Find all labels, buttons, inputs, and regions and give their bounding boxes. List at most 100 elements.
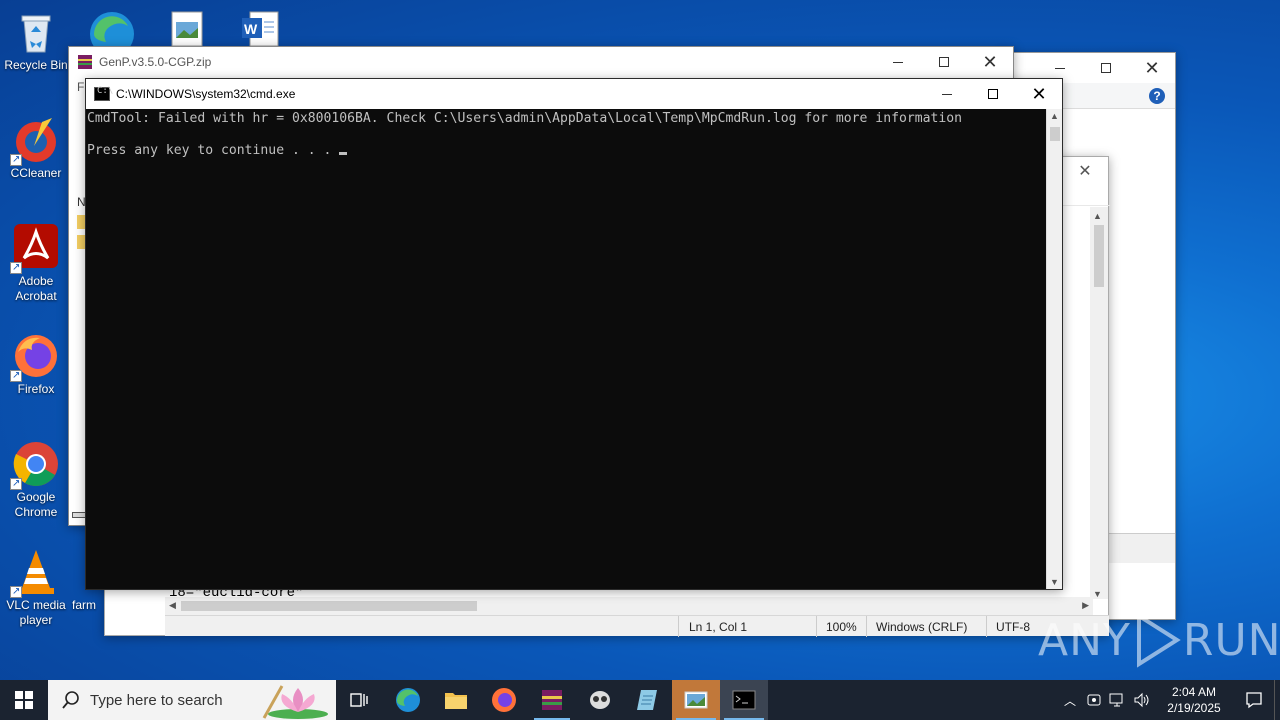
task-view-icon	[350, 693, 368, 707]
winrar-icon	[542, 690, 562, 710]
folder-icon	[445, 693, 467, 709]
desktop-icon-vlc[interactable]: VLC media player	[0, 548, 72, 628]
notepad-status-bar: Ln 1, Col 1 100% Windows (CRLF) UTF-8	[165, 615, 1109, 637]
maximize-button[interactable]	[1083, 53, 1129, 83]
maximize-button[interactable]	[970, 79, 1016, 109]
encoding: UTF-8	[996, 620, 1030, 634]
taskbar-image-viewer[interactable]	[672, 680, 720, 720]
desktop-icon-farm-label[interactable]: farm	[72, 598, 96, 612]
desktop-icon-google-chrome[interactable]: Google Chrome	[0, 440, 72, 520]
taskbar-cmd[interactable]	[720, 680, 768, 720]
console-prompt-line: Press any key to continue . . .	[87, 143, 1046, 159]
taskbar-clock[interactable]: 2:04 AM 2/19/2025	[1154, 684, 1234, 716]
taskbar-search-box[interactable]: Type here to search	[48, 680, 336, 720]
ccleaner-icon	[10, 116, 60, 167]
watermark-text-left: ANY	[1038, 614, 1131, 666]
desktop-icon-ccleaner[interactable]: CCleaner	[0, 116, 72, 181]
desktop-icon-firefox[interactable]: Firefox	[0, 332, 72, 397]
task-view-button[interactable]	[336, 680, 384, 720]
cursor-position: Ln 1, Col 1	[689, 620, 748, 634]
adobe-acrobat-icon	[10, 224, 60, 275]
scrollbar-thumb[interactable]	[1050, 127, 1060, 141]
taskbar-winrar[interactable]	[528, 680, 576, 720]
watermark-text-right: RUN	[1182, 614, 1280, 666]
taskbar-edge[interactable]	[384, 680, 432, 720]
scroll-left-arrow-icon[interactable]: ◀	[169, 600, 176, 611]
search-placeholder: Type here to search	[90, 691, 223, 709]
notepad-vertical-scrollbar[interactable]: ▲ ▼	[1090, 207, 1108, 599]
clock-date: 2/19/2025	[1167, 701, 1221, 715]
search-icon	[62, 691, 79, 709]
window-title: GenP.v3.5.0-CGP.zip	[99, 55, 212, 69]
winrar-app-icon	[77, 54, 93, 70]
close-button[interactable]: ✕	[967, 47, 1013, 77]
edge-icon	[396, 688, 420, 712]
maximize-button[interactable]	[921, 47, 967, 77]
shield-icon	[1087, 694, 1101, 706]
speaker-icon	[1134, 692, 1149, 708]
desktop-icon-label: VLC media player	[6, 598, 66, 627]
cmd-app-icon: C:\	[94, 86, 113, 101]
recycle-bin-icon	[12, 8, 60, 56]
show-hidden-icons-button[interactable]: ︿	[1058, 680, 1082, 720]
network-icon	[1109, 693, 1123, 707]
start-button[interactable]	[0, 680, 48, 720]
scroll-down-arrow-icon[interactable]: ▼	[1093, 589, 1102, 599]
firefox-icon	[10, 332, 60, 383]
play-logo-icon	[1136, 612, 1181, 668]
desktop-icon-label: CCleaner	[10, 166, 62, 180]
taskbar-firefox[interactable]	[480, 680, 528, 720]
firefox-icon	[492, 688, 516, 712]
zoom-level: 100%	[826, 620, 857, 634]
notepad-horizontal-scrollbar[interactable]: ◀ ▶	[165, 597, 1093, 615]
skull-icon	[590, 691, 610, 709]
close-button[interactable]: ✕	[1129, 53, 1175, 83]
notepad-icon	[637, 690, 657, 710]
anyrun-watermark: ANY RUN	[1038, 610, 1280, 670]
help-icon[interactable]: ?	[1149, 88, 1165, 104]
window-title: C:\WINDOWS\system32\cmd.exe	[116, 87, 296, 101]
taskbar-notepad[interactable]	[624, 680, 672, 720]
line-ending: Windows (CRLF)	[876, 620, 968, 634]
desktop-icon-adobe-acrobat[interactable]: Adobe Acrobat	[0, 224, 72, 304]
console-output[interactable]: CmdTool: Failed with hr = 0x800106BA. Ch…	[86, 109, 1047, 589]
chevron-up-icon: ︿	[1063, 693, 1076, 708]
scrollbar-thumb[interactable]	[181, 601, 477, 611]
text-cursor	[339, 152, 348, 155]
chrome-icon	[10, 440, 60, 491]
notification-icon	[1246, 692, 1262, 709]
close-button[interactable]: ✕	[1016, 79, 1062, 109]
scroll-up-arrow-icon[interactable]: ▲	[1093, 211, 1102, 221]
minimize-button[interactable]	[924, 79, 970, 109]
vlc-cone-icon	[10, 548, 60, 599]
cmd-vertical-scrollbar[interactable]: ▲ ▼	[1046, 109, 1062, 589]
word-document-icon[interactable]: W	[240, 10, 280, 47]
console-line: Press any key to continue . . .	[87, 143, 340, 158]
desktop-icon-label: Google Chrome	[14, 490, 58, 519]
clock-time: 2:04 AM	[1171, 685, 1217, 699]
status-indicator	[72, 512, 86, 518]
scroll-up-arrow-icon[interactable]: ▲	[1050, 111, 1059, 121]
console-line: CmdTool: Failed with hr = 0x800106BA. Ch…	[87, 111, 963, 126]
scrollbar-thumb[interactable]	[1094, 225, 1104, 287]
action-center-button[interactable]	[1234, 680, 1274, 720]
desktop-icon-label: Adobe Acrobat	[15, 274, 57, 303]
desktop-icon-label: Recycle Bin	[4, 58, 68, 72]
taskbar: Type here to search ︿ 2:04 AM 2/19/2025	[0, 680, 1280, 720]
minimize-button[interactable]	[875, 47, 921, 77]
tray-volume-icon[interactable]	[1130, 680, 1154, 720]
image-file-icon[interactable]	[170, 10, 204, 47]
tray-security-icon[interactable]	[1082, 680, 1106, 720]
tray-network-icon[interactable]	[1106, 680, 1130, 720]
desktop-icon-recycle-bin[interactable]: Recycle Bin	[0, 8, 72, 73]
taskbar-file-explorer[interactable]	[432, 680, 480, 720]
notepad-close-button[interactable]: ✕	[1070, 161, 1100, 183]
desktop-icon-label: Firefox	[17, 382, 55, 396]
cmd-icon	[732, 690, 756, 710]
edge-desktop-icon[interactable]	[86, 6, 138, 56]
scroll-down-arrow-icon[interactable]: ▼	[1050, 577, 1059, 587]
taskbar-app-skull[interactable]	[576, 680, 624, 720]
show-desktop-button[interactable]	[1274, 680, 1280, 720]
cmd-window[interactable]: C:\ C:\WINDOWS\system32\cmd.exe ✕ CmdToo…	[85, 78, 1063, 590]
